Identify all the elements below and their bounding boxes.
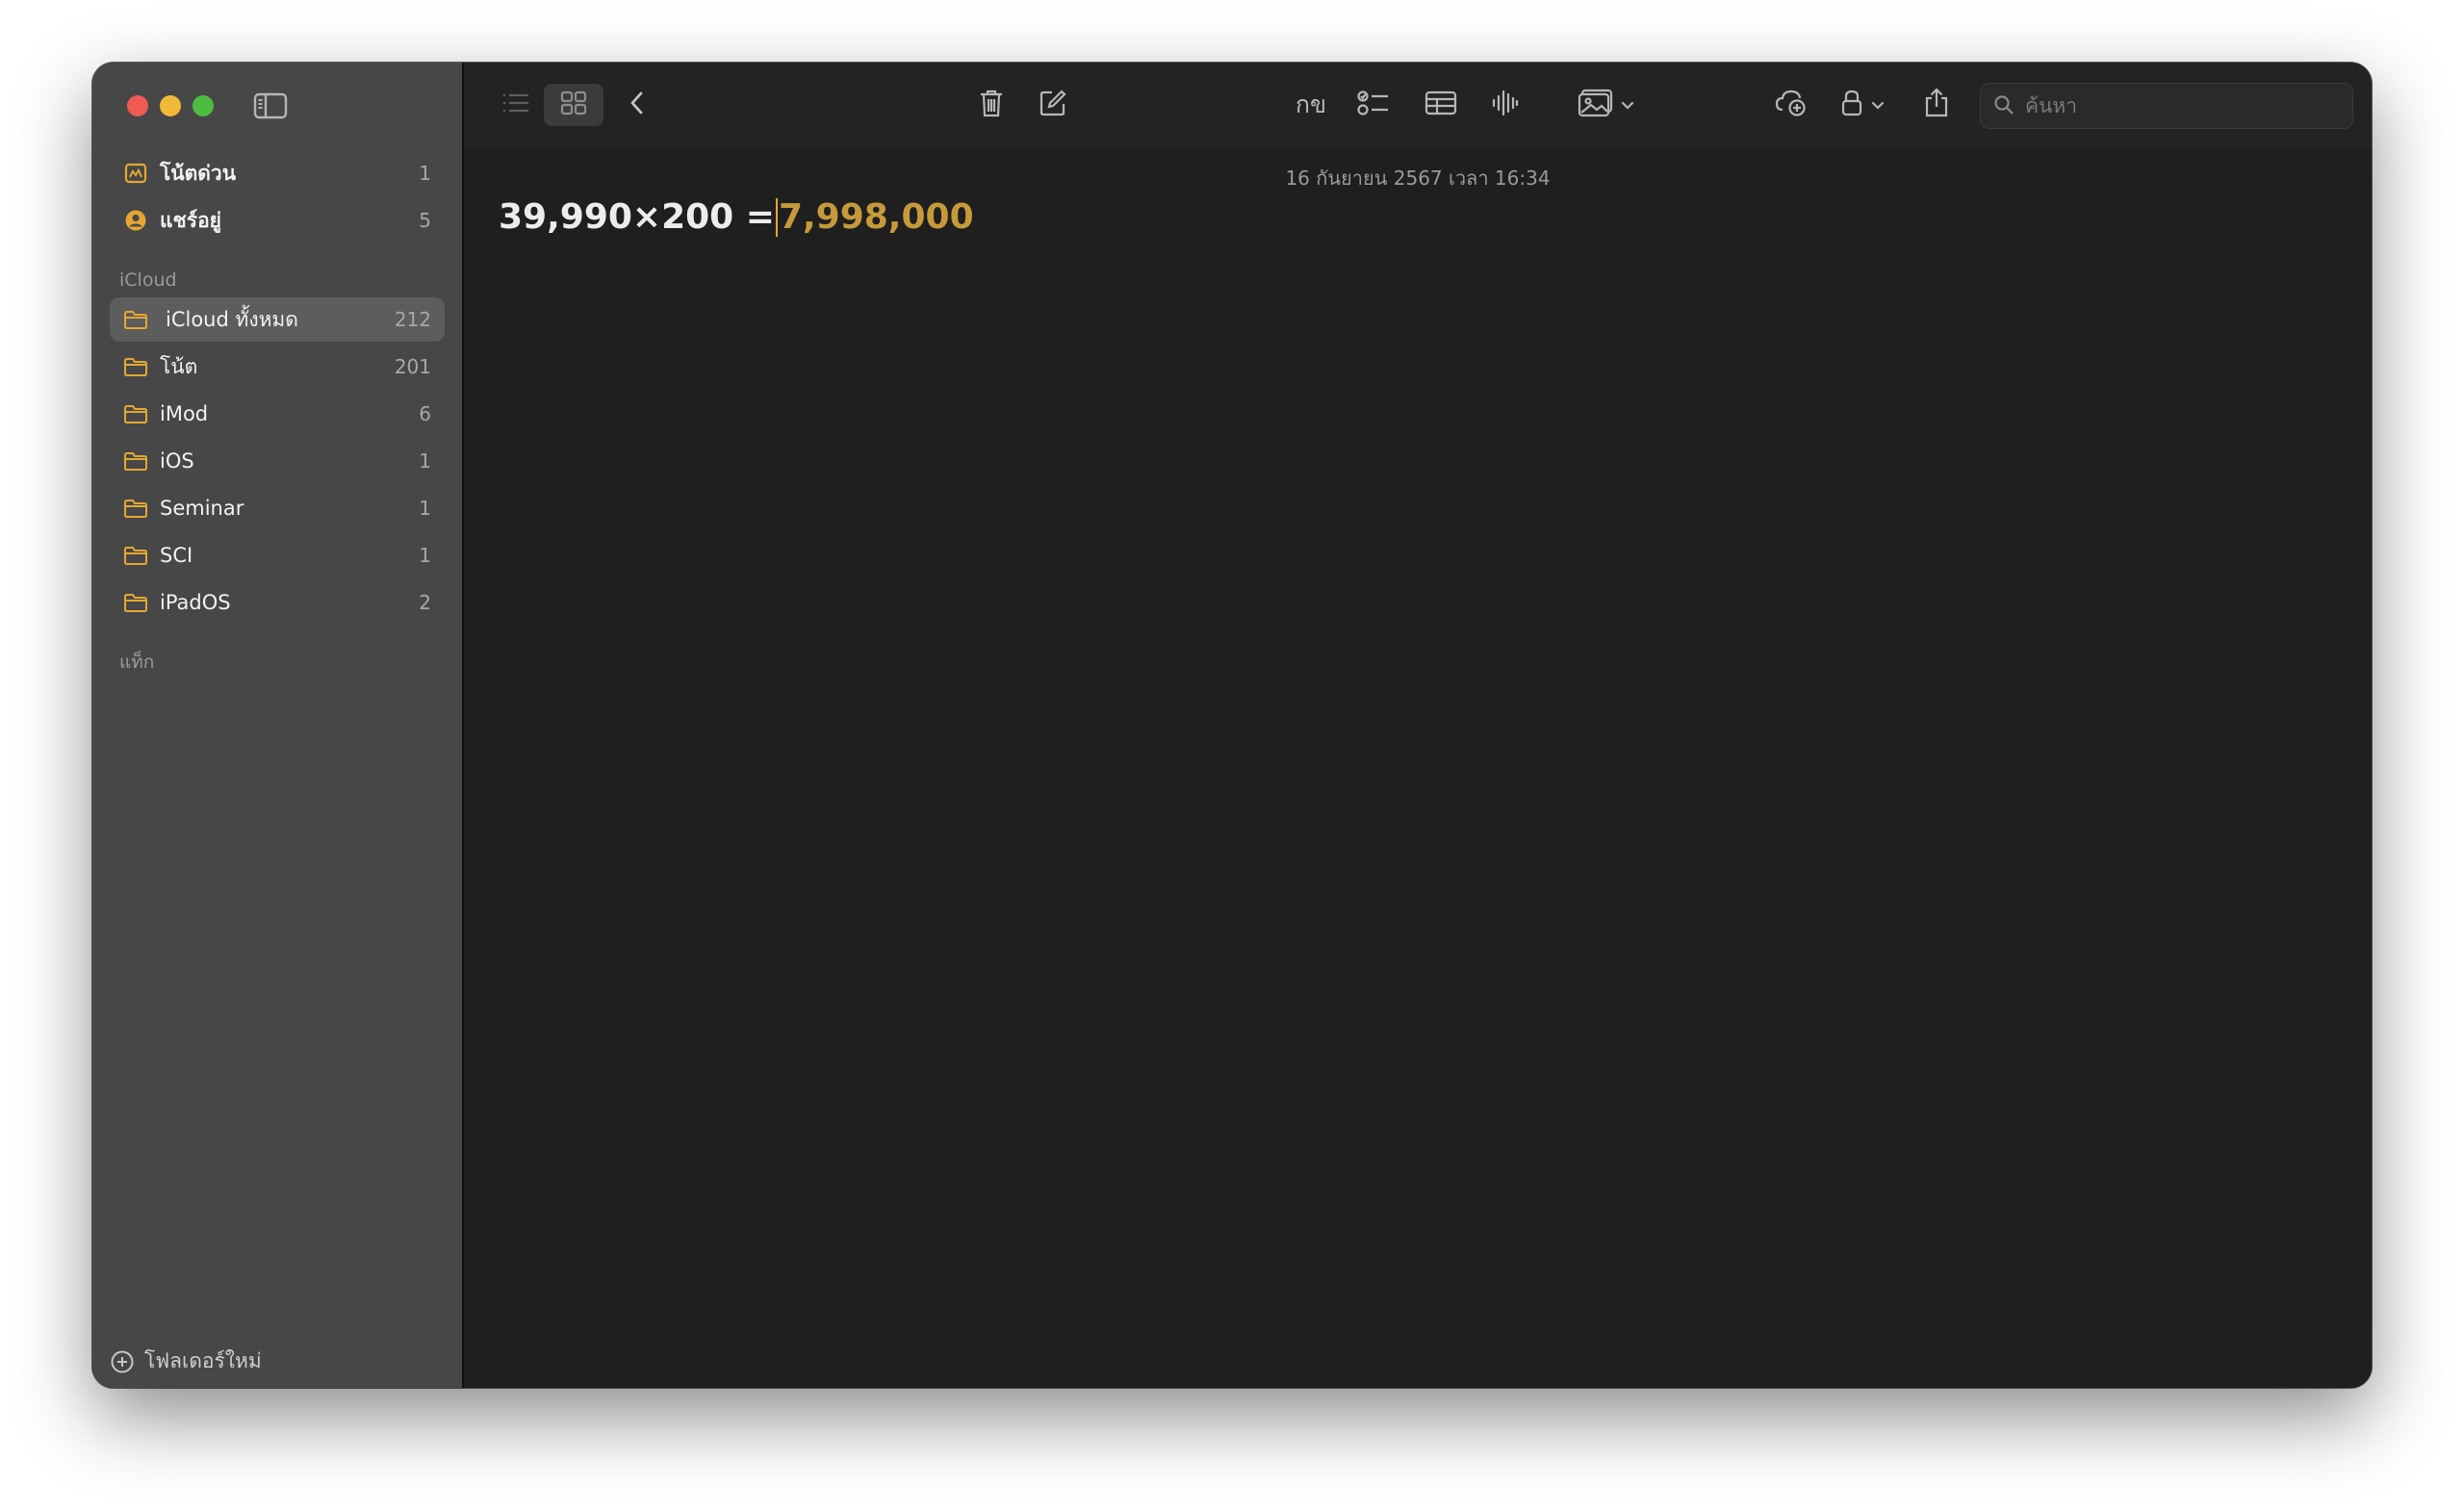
table-icon — [1424, 89, 1458, 121]
audio-record-button[interactable] — [1484, 84, 1527, 126]
folder-icon — [123, 307, 148, 332]
list-icon — [500, 90, 532, 120]
sidebar-item-count: 2 — [419, 591, 431, 614]
media-menu-button[interactable] — [1569, 84, 1642, 126]
new-folder-label: โฟลเดอร์ใหม่ — [144, 1349, 262, 1372]
folder-icon — [123, 496, 148, 521]
sidebar-item-count: 1 — [419, 544, 431, 567]
lock-icon — [1840, 88, 1863, 122]
sidebar-item-quick-notes[interactable]: โน้ตด่วน 1 — [110, 151, 445, 195]
sidebar-item-all-icloud[interactable]: iCloud ทั้งหมด 212 — [110, 297, 445, 342]
delete-button[interactable] — [970, 84, 1013, 126]
icloud-section-header: iCloud — [119, 269, 177, 291]
sidebar-item-label: SCI — [160, 544, 193, 567]
sidebar-toggle-icon[interactable] — [253, 91, 288, 120]
sidebar-item-label: Seminar — [160, 497, 244, 520]
folder-icon — [123, 543, 148, 568]
quick-note-icon — [123, 161, 148, 186]
sidebar: โน้ตด่วน 1 แชร์อยู่ 5 iCloud iCloud ทั้ง… — [92, 63, 464, 1388]
sidebar-item-seminar[interactable]: Seminar 1 — [110, 486, 445, 530]
search-field[interactable] — [1980, 83, 2353, 129]
checklist-icon — [1356, 89, 1391, 121]
sidebar-item-label: โน้ตด่วน — [160, 161, 237, 185]
text-cursor — [775, 197, 778, 237]
grid-icon — [559, 90, 588, 120]
sidebar-item-ipados[interactable]: iPadOS 2 — [110, 580, 445, 625]
photo-icon — [1577, 88, 1615, 122]
share-icon — [1922, 87, 1951, 123]
sidebar-item-label: iPadOS — [160, 591, 231, 614]
sidebar-item-label: โน้ต — [160, 354, 198, 378]
new-folder-button[interactable]: โฟลเดอร์ใหม่ — [110, 1345, 262, 1377]
note-body[interactable]: 39,990×200 = 7,998,000 — [499, 197, 974, 237]
sidebar-item-ios[interactable]: iOS 1 — [110, 439, 445, 483]
compose-button[interactable] — [1032, 84, 1074, 126]
note-expression: 39,990×200 = — [499, 197, 775, 237]
waveform-icon — [1489, 89, 1522, 121]
plus-circle-icon — [110, 1349, 135, 1374]
folder-icon — [123, 401, 148, 426]
gallery-view-button[interactable] — [544, 84, 603, 126]
sidebar-item-imod[interactable]: iMod 6 — [110, 392, 445, 436]
sidebar-item-shared[interactable]: แชร์อยู่ 5 — [110, 198, 445, 243]
sidebar-item-sci[interactable]: SCI 1 — [110, 533, 445, 577]
folder-icon — [123, 354, 148, 379]
search-input[interactable] — [2023, 93, 2335, 118]
sidebar-item-label: แชร์อยู่ — [160, 208, 221, 232]
sidebar-item-label: iMod — [160, 402, 209, 425]
format-button[interactable]: กข — [1287, 84, 1335, 126]
tags-section-header: แท็ก — [119, 652, 155, 673]
collaborate-button[interactable] — [1768, 84, 1814, 126]
minimize-window-button[interactable] — [160, 95, 181, 116]
chevron-left-icon — [627, 89, 648, 121]
search-icon — [1992, 93, 2017, 118]
sidebar-item-count: 5 — [419, 209, 431, 232]
notes-window: โน้ตด่วน 1 แชร์อยู่ 5 iCloud iCloud ทั้ง… — [92, 63, 2372, 1388]
sidebar-item-count: 1 — [419, 449, 431, 473]
math-result: 7,998,000 — [778, 197, 974, 237]
share-button[interactable] — [1915, 84, 1958, 126]
sidebar-item-count: 1 — [419, 497, 431, 520]
close-window-button[interactable] — [127, 95, 148, 116]
chevron-down-icon — [1871, 96, 1885, 115]
sidebar-item-label: iOS — [160, 449, 194, 473]
sidebar-item-count: 1 — [419, 162, 431, 185]
folder-icon — [123, 448, 148, 474]
format-label: กข — [1295, 90, 1327, 118]
note-editor: กข ค้นหา 16 กันยายน 2567 เวลา 16:34 39,9… — [464, 63, 2372, 1388]
chevron-down-icon — [1621, 96, 1634, 115]
toolbar: กข — [464, 63, 2372, 149]
compose-icon — [1038, 88, 1068, 122]
trash-icon — [978, 88, 1005, 122]
sidebar-item-notes[interactable]: โน้ต 201 — [110, 345, 445, 389]
sidebar-item-label: iCloud ทั้งหมด — [166, 307, 298, 331]
maximize-window-button[interactable] — [192, 95, 214, 116]
lock-menu-button[interactable] — [1831, 84, 1894, 126]
shared-person-icon — [123, 208, 148, 233]
note-date: 16 กันยายน 2567 เวลา 16:34 — [1285, 167, 1551, 190]
checklist-button[interactable] — [1351, 84, 1396, 126]
sidebar-item-count: 201 — [394, 355, 431, 378]
sidebar-item-count: 212 — [394, 308, 431, 331]
collaborate-icon — [1774, 88, 1809, 122]
list-view-button[interactable] — [495, 84, 537, 126]
back-button[interactable] — [618, 84, 656, 126]
folder-icon — [123, 590, 148, 615]
table-button[interactable] — [1419, 84, 1463, 126]
sidebar-item-count: 6 — [419, 402, 431, 425]
